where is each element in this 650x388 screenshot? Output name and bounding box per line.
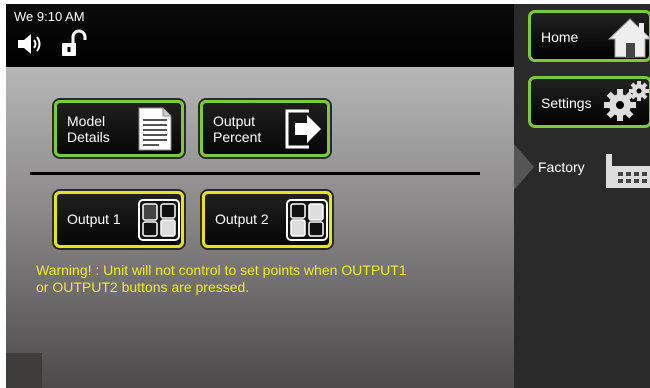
main-panel: Model Details Output Percent Output 1 Ou… [6,67,514,388]
unlocked-icon[interactable] [60,29,88,59]
speaker-icon[interactable] [16,32,46,56]
output-2-button[interactable]: Output 2 [202,191,332,248]
settings-button[interactable]: Settings [528,76,650,128]
output-1-switch-icon [138,199,180,241]
document-icon [138,107,172,151]
gears-icon [604,81,649,121]
corner-block [6,353,42,388]
selected-indicator-icon [514,144,534,190]
output-percent-label: Output Percent [213,113,262,145]
output-2-label: Output 2 [215,211,269,227]
section-divider [30,172,480,175]
warning-text: Warning! : Unit will not control to set … [36,262,407,295]
status-time: We 9:10 AM [14,9,85,24]
settings-label: Settings [541,95,592,111]
home-button[interactable]: Home [528,10,650,62]
output-percent-button[interactable]: Output Percent [200,100,330,157]
device-screen: We 9:10 AM Model Details Output Percent … [6,4,650,388]
factory-label[interactable]: Factory [538,159,585,175]
factory-icon[interactable] [604,150,650,190]
export-arrow-icon [285,109,321,149]
output-2-switch-icon [286,199,328,241]
home-icon [607,18,650,58]
navigation-panel: Home Settings Factory [514,4,650,388]
status-bar: We 9:10 AM [6,4,514,67]
output-1-button[interactable]: Output 1 [54,191,184,248]
home-label: Home [541,29,579,45]
output-1-label: Output 1 [67,211,121,227]
model-details-button[interactable]: Model Details [54,100,184,157]
model-details-label: Model Details [67,113,110,145]
